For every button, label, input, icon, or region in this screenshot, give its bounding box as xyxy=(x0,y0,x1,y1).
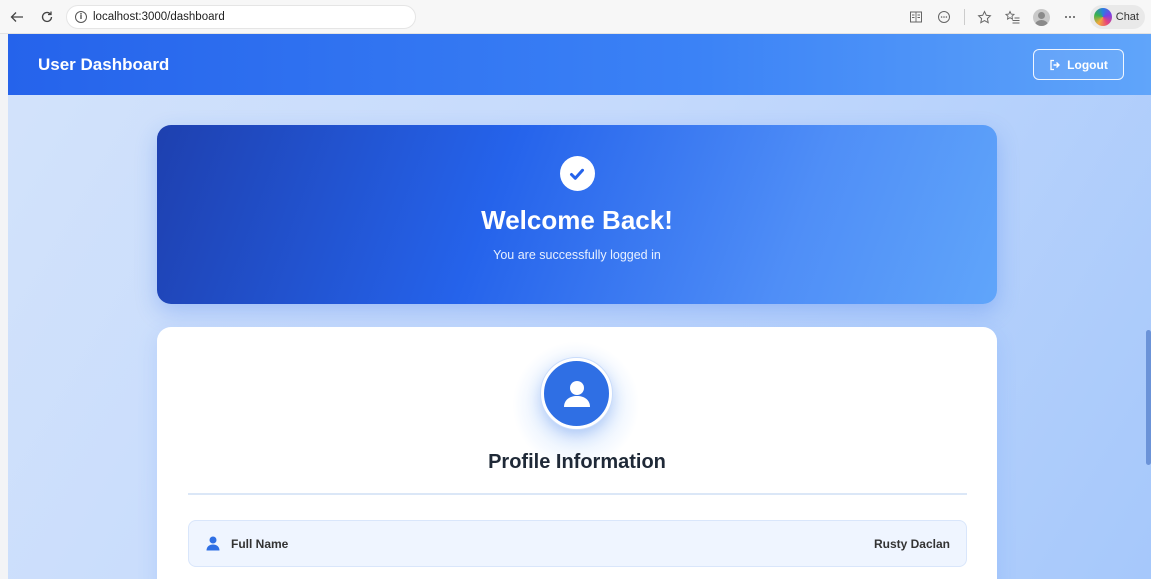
favorite-star-icon[interactable] xyxy=(977,9,993,25)
address-bar[interactable]: i localhost:3000/dashboard xyxy=(66,4,416,29)
welcome-title: Welcome Back! xyxy=(481,205,673,235)
row-label: Full Name xyxy=(231,536,289,551)
profile-divider xyxy=(188,493,967,495)
copilot-icon xyxy=(1093,8,1112,26)
logout-icon xyxy=(1049,59,1061,71)
copilot-chat-button[interactable]: Chat xyxy=(1089,5,1145,29)
app-title: User Dashboard xyxy=(38,54,170,74)
toolbar-divider xyxy=(963,9,965,25)
url-text: localhost:3000/dashboard xyxy=(93,10,225,23)
favorites-list-icon[interactable] xyxy=(1004,9,1021,25)
check-circle-icon xyxy=(559,156,595,191)
logout-label: Logout xyxy=(1067,57,1108,72)
user-icon xyxy=(206,536,220,551)
back-arrow-icon[interactable] xyxy=(6,6,28,28)
welcome-card: Welcome Back! You are successfully logge… xyxy=(157,125,997,304)
app-viewport: User Dashboard Logout Welcome Back! You … xyxy=(8,34,1151,579)
welcome-subtitle: You are successfully logged in xyxy=(493,248,661,262)
chat-label: Chat xyxy=(1115,11,1139,23)
info-row-full-name: Full Name Rusty Daclan xyxy=(188,520,967,567)
profile-card: Profile Information Full Name Rusty Dacl… xyxy=(157,327,997,579)
scrollbar-thumb[interactable] xyxy=(1146,330,1151,465)
browser-profile-avatar[interactable] xyxy=(1032,8,1050,26)
more-options-icon[interactable] xyxy=(1062,9,1078,25)
profile-avatar xyxy=(541,358,612,429)
browser-essentials-icon[interactable] xyxy=(936,9,952,25)
page-scrollbar[interactable] xyxy=(1145,95,1151,579)
row-value: Rusty Daclan xyxy=(873,536,950,551)
reading-view-icon[interactable] xyxy=(908,9,924,25)
app-header: User Dashboard Logout xyxy=(8,34,1151,95)
browser-toolbar: i localhost:3000/dashboard Chat xyxy=(0,0,1151,34)
logout-button[interactable]: Logout xyxy=(1033,49,1124,80)
user-avatar-icon xyxy=(563,380,590,407)
refresh-icon[interactable] xyxy=(36,6,58,28)
browser-tools: Chat xyxy=(908,0,1151,34)
profile-title: Profile Information xyxy=(488,451,666,473)
site-info-icon[interactable]: i xyxy=(75,10,87,23)
